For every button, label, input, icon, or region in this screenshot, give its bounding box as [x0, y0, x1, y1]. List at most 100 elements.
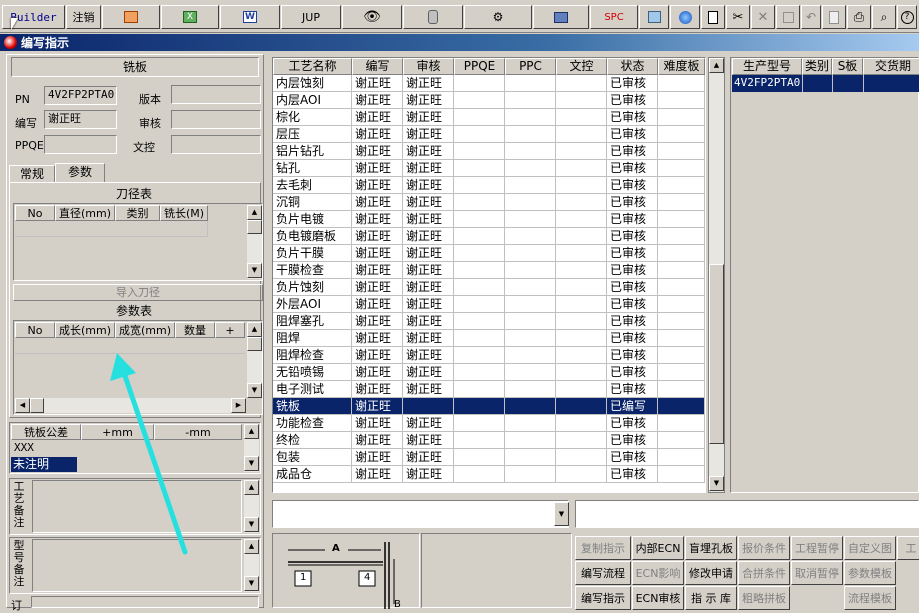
cell-writer[interactable]: 谢正旺 [352, 245, 403, 262]
print-icon[interactable]: ⎙ [847, 5, 871, 29]
cell-doc-control[interactable] [556, 415, 607, 432]
cell-difficulty[interactable] [658, 211, 705, 228]
action-button[interactable]: 合拼条件 [738, 561, 790, 585]
cell-difficulty[interactable] [658, 466, 705, 483]
cell-difficulty[interactable] [658, 126, 705, 143]
cell-writer[interactable]: 谢正旺 [352, 92, 403, 109]
model-col-type[interactable]: 类别 [802, 58, 832, 75]
cell-difficulty[interactable] [658, 398, 705, 415]
cell-difficulty[interactable] [658, 262, 705, 279]
cell-process-name[interactable]: 阻焊 [273, 330, 352, 347]
cell-reviewer[interactable] [403, 398, 454, 415]
cell-status[interactable]: 已审核 [607, 228, 658, 245]
cell-writer[interactable]: 谢正旺 [352, 279, 403, 296]
cell-difficulty[interactable] [658, 313, 705, 330]
cell-writer[interactable]: 谢正旺 [352, 211, 403, 228]
param-col-qty[interactable]: 数量 [175, 322, 215, 338]
cell-reviewer[interactable]: 谢正旺 [403, 126, 454, 143]
process-row[interactable]: 电子测试 谢正旺 谢正旺 已审核 [273, 381, 705, 398]
cell-ppqe[interactable] [454, 313, 505, 330]
cell-writer[interactable]: 谢正旺 [352, 466, 403, 483]
cell-status[interactable]: 已编写 [607, 398, 658, 415]
computer-icon[interactable] [533, 5, 589, 29]
cell-difficulty[interactable] [658, 194, 705, 211]
scroll-up-icon[interactable]: ▲ [244, 424, 259, 439]
cell-writer[interactable]: 谢正旺 [352, 160, 403, 177]
cell-ppc[interactable] [505, 211, 556, 228]
process-row[interactable]: 负片蚀刻 谢正旺 谢正旺 已审核 [273, 279, 705, 296]
tool-col-type[interactable]: 类别 [115, 205, 160, 221]
process-row[interactable]: 包装 谢正旺 谢正旺 已审核 [273, 449, 705, 466]
action-button[interactable]: 工 [897, 536, 919, 560]
cell-process-name[interactable]: 内层AOI [273, 92, 352, 109]
action-button[interactable]: 盲埋孔板 [685, 536, 737, 560]
cell-writer[interactable]: 谢正旺 [352, 194, 403, 211]
cell-process-name[interactable]: 负电镀磨板 [273, 228, 352, 245]
jup-button[interactable]: JUP [281, 5, 341, 29]
scroll-up-icon[interactable]: ▲ [244, 480, 259, 495]
scroll-left-icon[interactable]: ◀ [15, 398, 30, 413]
cell-ppc[interactable] [505, 194, 556, 211]
cell-writer[interactable]: 谢正旺 [352, 313, 403, 330]
action-button[interactable]: 自定义图 [844, 536, 896, 560]
col-ppc[interactable]: PPC [505, 58, 556, 75]
cell-doc-control[interactable] [556, 211, 607, 228]
help-icon[interactable]: ? [897, 5, 917, 29]
cell-doc-control[interactable] [556, 143, 607, 160]
cell-ppqe[interactable] [454, 262, 505, 279]
cell-writer[interactable]: 谢正旺 [352, 126, 403, 143]
action-button[interactable]: ECN影响 [632, 561, 684, 585]
import-tool-button[interactable]: 导入刀径 [13, 284, 263, 301]
cell-difficulty[interactable] [658, 296, 705, 313]
cell-doc-control[interactable] [556, 398, 607, 415]
cell-ppqe[interactable] [454, 109, 505, 126]
cell-ppc[interactable] [505, 415, 556, 432]
cell-ppc[interactable] [505, 330, 556, 347]
cell-doc-control[interactable] [556, 364, 607, 381]
process-row[interactable]: 沉铜 谢正旺 谢正旺 已审核 [273, 194, 705, 211]
process-row[interactable]: 阻焊塞孔 谢正旺 谢正旺 已审核 [273, 313, 705, 330]
cell-reviewer[interactable]: 谢正旺 [403, 177, 454, 194]
cell-ppqe[interactable] [454, 364, 505, 381]
cell-ppc[interactable] [505, 177, 556, 194]
cell-status[interactable]: 已审核 [607, 143, 658, 160]
cell-status[interactable]: 已审核 [607, 75, 658, 92]
cell-process-name[interactable]: 无铅喷锡 [273, 364, 352, 381]
cell-doc-control[interactable] [556, 92, 607, 109]
cell-ppqe[interactable] [454, 449, 505, 466]
col-reviewer[interactable]: 审核 [403, 58, 454, 75]
cell-difficulty[interactable] [658, 143, 705, 160]
export-icon[interactable] [639, 5, 669, 29]
cell-ppqe[interactable] [454, 177, 505, 194]
cell-process-name[interactable]: 包装 [273, 449, 352, 466]
cell-difficulty[interactable] [658, 245, 705, 262]
cell-ppc[interactable] [505, 143, 556, 160]
cell-status[interactable]: 已审核 [607, 313, 658, 330]
cell-writer[interactable]: 谢正旺 [352, 449, 403, 466]
cell-ppqe[interactable] [454, 279, 505, 296]
cell-writer[interactable]: 谢正旺 [352, 398, 403, 415]
cell-ppc[interactable] [505, 245, 556, 262]
word-icon[interactable]: W [220, 5, 280, 29]
cell-difficulty[interactable] [658, 432, 705, 449]
process-row[interactable]: 无铅喷锡 谢正旺 谢正旺 已审核 [273, 364, 705, 381]
action-button[interactable]: 流程模板 [844, 586, 896, 610]
cell-doc-control[interactable] [556, 381, 607, 398]
cell-status[interactable]: 已审核 [607, 160, 658, 177]
cell-status[interactable]: 已审核 [607, 347, 658, 364]
cell-doc-control[interactable] [556, 109, 607, 126]
cell-reviewer[interactable]: 谢正旺 [403, 381, 454, 398]
cell-ppqe[interactable] [454, 432, 505, 449]
excel-icon[interactable]: X [161, 5, 219, 29]
cell-reviewer[interactable]: 谢正旺 [403, 194, 454, 211]
tolerance-note[interactable]: 未注明 [11, 457, 77, 472]
cell-ppc[interactable] [505, 313, 556, 330]
scroll-up-icon[interactable]: ▲ [244, 539, 259, 554]
cell-process-name[interactable]: 干膜检查 [273, 262, 352, 279]
pn-field[interactable]: 4V2FP2PTA0 [44, 86, 117, 105]
cell-status[interactable]: 已审核 [607, 109, 658, 126]
model-col-name[interactable]: 生产型号 [732, 58, 802, 75]
cell-difficulty[interactable] [658, 177, 705, 194]
col-writer[interactable]: 编写 [352, 58, 403, 75]
cell-process-name[interactable]: 阻焊检查 [273, 347, 352, 364]
